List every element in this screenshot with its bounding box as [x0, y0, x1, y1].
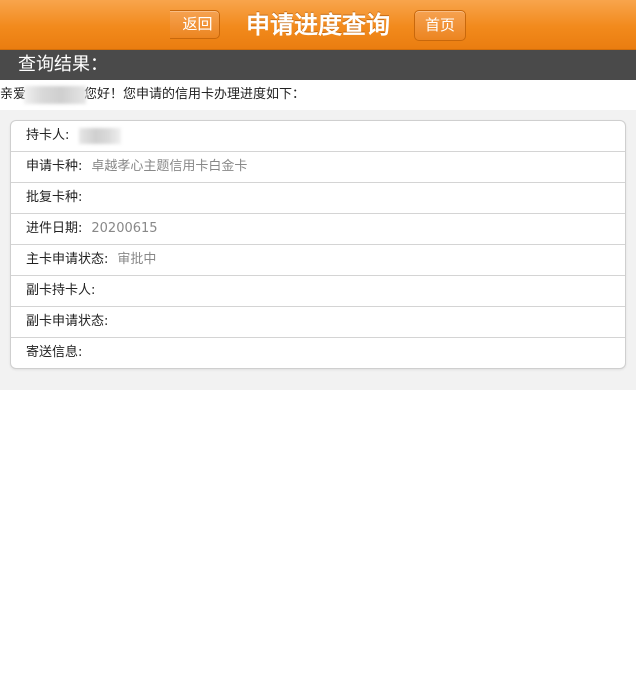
application-detail-card: 持卡人: 申请卡种: 卓越孝心主题信用卡白金卡 批复卡种: 进件日期: 202006… — [10, 120, 626, 369]
section-title: 查询结果： — [0, 50, 636, 80]
detail-row-sub-status: 副卡申请状态: — [11, 307, 625, 338]
greeting-suffix: 您好！您申请的信用卡办理进度如下： — [84, 87, 306, 102]
greeting-text: 亲爱 您好！您申请的信用卡办理进度如下： — [0, 85, 305, 105]
main-status-value: 审批中 — [117, 252, 157, 267]
result-area: 持卡人: 申请卡种: 卓越孝心主题信用卡白金卡 批复卡种: 进件日期: 202006… — [0, 110, 636, 390]
submit-date-value: 20200615 — [91, 221, 158, 236]
delivery-label: 寄送信息: — [26, 345, 83, 360]
redacted-cardholder — [79, 127, 122, 144]
sub-cardholder-label: 副卡持卡人: — [26, 283, 96, 298]
detail-row-card-type: 申请卡种: 卓越孝心主题信用卡白金卡 — [11, 152, 625, 183]
sub-status-label: 副卡申请状态: — [26, 314, 109, 329]
header-bar: 返回 申请进度查询 首页 — [0, 0, 636, 50]
approved-card-label: 批复卡种: — [26, 190, 83, 205]
cardholder-label: 持卡人: — [26, 128, 70, 143]
main-status-label: 主卡申请状态: — [26, 252, 109, 267]
card-type-value: 卓越孝心主题信用卡白金卡 — [91, 159, 248, 174]
redacted-name — [24, 85, 87, 104]
detail-row-sub-cardholder: 副卡持卡人: — [11, 276, 625, 307]
submit-date-label: 进件日期: — [26, 221, 83, 236]
detail-row-approved-card: 批复卡种: — [11, 183, 625, 214]
detail-row-submit-date: 进件日期: 20200615 — [11, 214, 625, 245]
detail-row-delivery: 寄送信息: — [11, 338, 625, 369]
card-type-label: 申请卡种: — [26, 159, 83, 174]
page-title: 申请进度查询 — [246, 11, 390, 39]
home-button[interactable]: 首页 — [414, 10, 466, 41]
greeting-prefix: 亲爱 — [0, 87, 27, 102]
detail-row-main-status: 主卡申请状态: 审批中 — [11, 245, 625, 276]
detail-row-cardholder: 持卡人: — [11, 121, 625, 152]
